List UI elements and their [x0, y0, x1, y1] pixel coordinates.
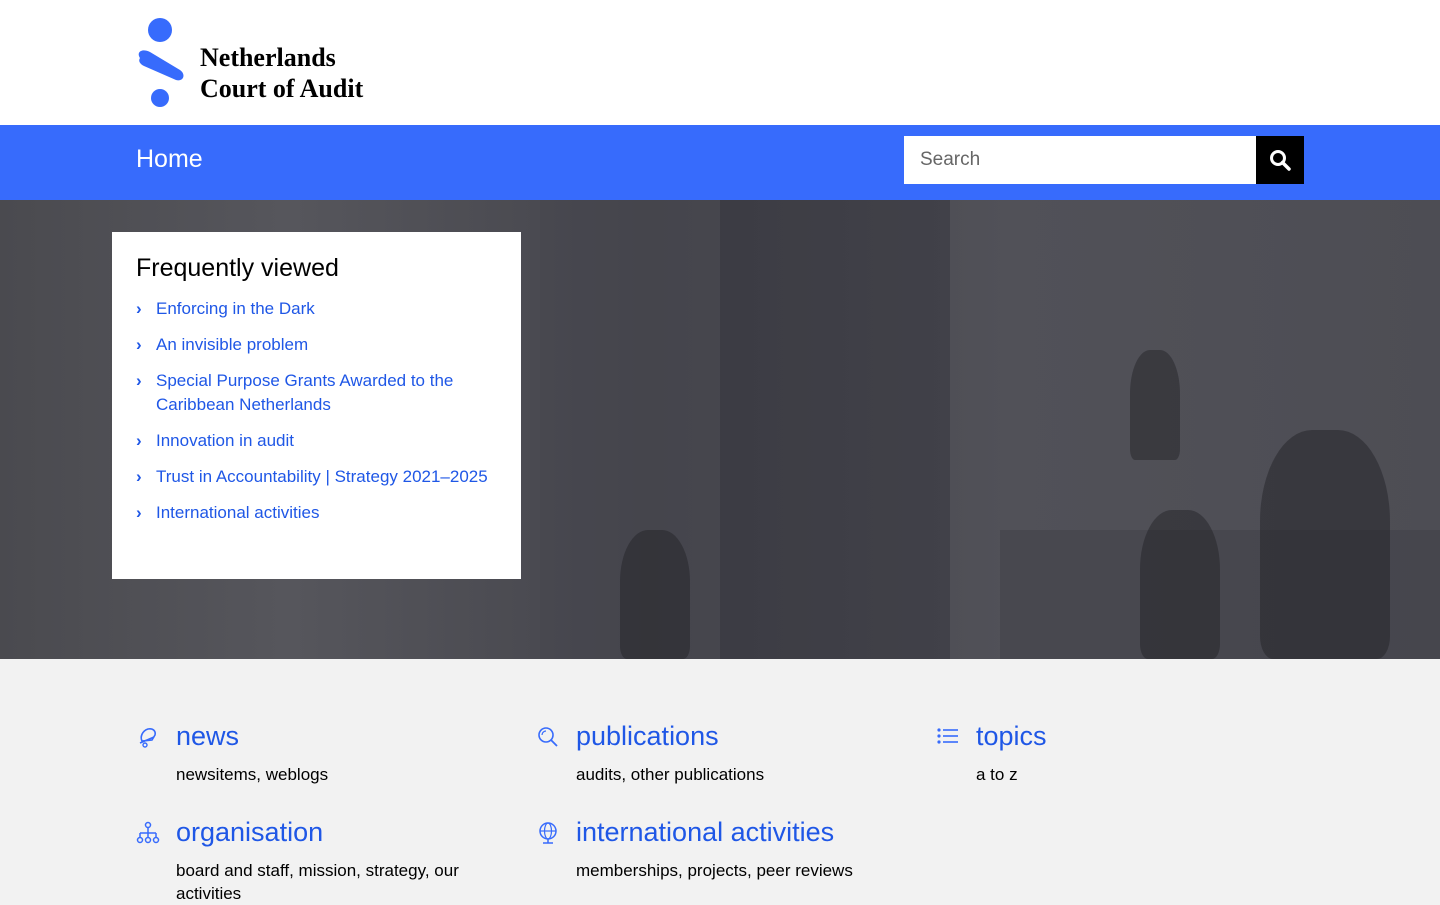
fv-link[interactable]: An invisible problem [156, 335, 308, 354]
list-icon [937, 728, 958, 744]
globe-icon [539, 822, 557, 844]
category-subtitle: board and staff, mission, strategy, our … [176, 861, 459, 903]
hero-banner: Frequently viewed › Enforcing in the Dark… [0, 200, 1440, 659]
category-link-topics[interactable]: topics [976, 721, 1047, 752]
category-subtitle: newsitems, weblogs [176, 765, 329, 784]
frequently-viewed-panel: Frequently viewed › Enforcing in the Dark… [112, 232, 521, 579]
frequently-viewed-title: Frequently viewed [136, 254, 339, 282]
search-icon [1270, 150, 1291, 171]
category-grid: news newsitems, weblogs publications aud… [0, 659, 1440, 903]
chevron-right-icon: › [136, 467, 142, 486]
category-link-international-activities[interactable]: international activities [576, 817, 834, 848]
category-link-organisation[interactable]: organisation [176, 817, 323, 848]
site-header: Netherlands Court of Audit [0, 0, 1440, 125]
chevron-right-icon: › [136, 503, 142, 522]
logo-mark-icon [138, 18, 184, 107]
chevron-right-icon: › [136, 335, 142, 354]
chevron-right-icon: › [136, 299, 142, 318]
logo-line-2: Court of Audit [200, 74, 364, 103]
category-subtitle: memberships, projects, peer reviews [576, 861, 853, 880]
chevron-right-icon: › [136, 371, 142, 390]
main-nav: Home [0, 125, 1440, 200]
list-item: › Special Purpose Grants Awarded to the C… [136, 369, 497, 417]
list-item: › An invisible problem [136, 333, 497, 357]
site-logo[interactable]: Netherlands Court of Audit [136, 18, 396, 108]
bell-icon [139, 728, 156, 748]
chevron-right-icon: › [136, 431, 142, 450]
category-link-news[interactable]: news [176, 721, 239, 752]
fv-link[interactable]: Innovation in audit [156, 431, 294, 450]
list-item: › Enforcing in the Dark [136, 297, 497, 321]
list-item: › Trust in Accountability | Strategy 2021… [136, 465, 497, 489]
category-subtitle: audits, other publications [576, 765, 765, 784]
fv-link[interactable]: Special Purpose Grants Awarded to the Ca… [156, 371, 453, 414]
category-subtitle: a to z [976, 765, 1018, 784]
logo-line-1: Netherlands [200, 43, 336, 72]
nav-home-link[interactable]: Home [136, 145, 203, 174]
fv-link[interactable]: Enforcing in the Dark [156, 299, 315, 318]
fv-link[interactable]: International activities [156, 503, 319, 522]
list-item: › International activities [136, 501, 497, 525]
logo-wordmark: Netherlands Court of Audit [200, 42, 363, 104]
list-item: › Innovation in audit [136, 429, 497, 453]
search-input[interactable] [904, 136, 1256, 184]
category-link-publications[interactable]: publications [576, 721, 719, 752]
frequently-viewed-list: › Enforcing in the Dark › An invisible pro… [136, 297, 497, 525]
org-chart-icon [136, 821, 160, 844]
magnifier-icon [538, 727, 558, 747]
fv-link[interactable]: Trust in Accountability | Strategy 2021–… [156, 467, 488, 486]
search-button[interactable] [1256, 136, 1304, 184]
